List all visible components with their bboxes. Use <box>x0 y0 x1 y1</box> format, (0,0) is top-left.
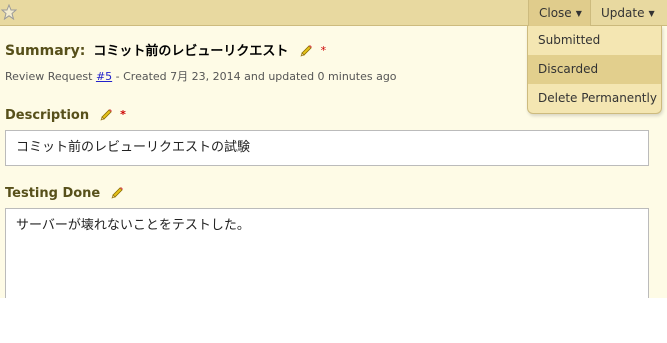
description-label: Description <box>5 108 90 123</box>
review-request-link[interactable]: #5 <box>96 70 112 83</box>
meta-prefix: Review Request <box>5 70 93 83</box>
summary-text: コミット前のレビューリクエスト <box>93 44 289 59</box>
meta-suffix: - Created 7月 23, 2014 and updated 0 minu… <box>115 70 397 83</box>
menu-item-delete-permanently[interactable]: Delete Permanently <box>528 84 661 113</box>
required-marker: * <box>120 108 126 121</box>
close-menu-dropdown: Submitted Discarded Delete Permanently <box>527 26 662 114</box>
close-menu-button[interactable]: Close ▼ <box>528 0 590 26</box>
testing-done-field[interactable]: サーバーが壊れないことをテストした。 <box>5 208 649 298</box>
pencil-icon[interactable] <box>99 108 113 122</box>
review-request-page: Close ▼ Update ▼ Summary: コミット前のレビューリクエスト … <box>0 0 667 298</box>
menu-item-discarded[interactable]: Discarded <box>528 55 661 84</box>
testing-done-label: Testing Done <box>5 186 101 201</box>
review-request-meta: Review Request #5 - Created 7月 23, 2014 … <box>5 68 397 84</box>
pencil-icon[interactable] <box>299 43 313 57</box>
star-icon[interactable] <box>0 3 18 21</box>
summary-row: Summary: コミット前のレビューリクエスト * <box>5 40 326 60</box>
update-menu-button[interactable]: Update ▼ <box>590 0 667 26</box>
menu-item-submitted[interactable]: Submitted <box>528 26 661 55</box>
update-menu-label: Update <box>601 6 645 20</box>
description-field[interactable]: コミット前のレビューリクエストの試験 <box>5 130 649 166</box>
summary-label: Summary: <box>5 43 86 59</box>
description-text: コミット前のレビューリクエストの試験 <box>16 140 251 155</box>
testing-done-text: サーバーが壊れないことをテストした。 <box>16 218 250 233</box>
required-marker: * <box>320 44 327 57</box>
close-menu-label: Close <box>539 6 572 20</box>
testing-done-label-row: Testing Done <box>5 186 124 201</box>
chevron-down-icon: ▼ <box>575 9 582 18</box>
chevron-down-icon: ▼ <box>648 9 655 18</box>
description-label-row: Description * <box>5 108 126 123</box>
pencil-icon[interactable] <box>110 186 124 200</box>
review-request-action-bar: Close ▼ Update ▼ <box>0 0 667 26</box>
